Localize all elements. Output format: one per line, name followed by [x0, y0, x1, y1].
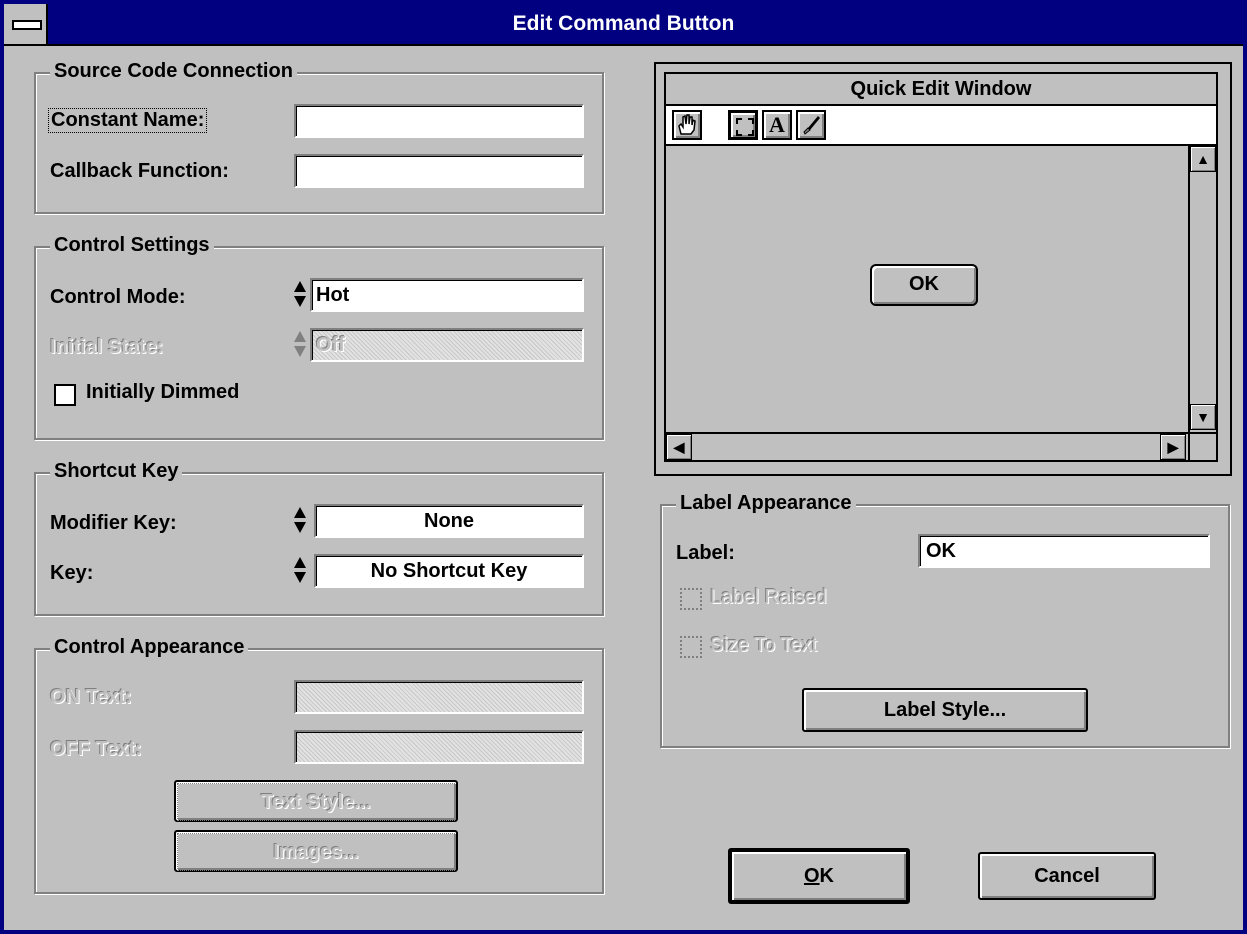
- scroll-left-icon[interactable]: ◀: [666, 434, 692, 460]
- spin-down-icon[interactable]: [294, 296, 306, 307]
- on-text-label: ON Text:: [50, 686, 132, 708]
- text-tool-glyph: A: [769, 112, 785, 137]
- cancel-button[interactable]: Cancel: [978, 852, 1156, 900]
- key-label: Key:: [50, 562, 94, 584]
- initial-state-spinner: [292, 330, 308, 360]
- key-field[interactable]: No Shortcut Key: [314, 554, 584, 588]
- callback-function-field[interactable]: [294, 154, 584, 188]
- size-to-text-checkbox: [680, 636, 702, 658]
- quick-edit-toolbar: A: [666, 106, 1216, 146]
- spin-up-icon: [294, 331, 306, 342]
- constant-name-field[interactable]: [294, 104, 584, 138]
- scroll-right-icon[interactable]: ▶: [1160, 434, 1186, 460]
- initial-state-value: Off: [316, 334, 345, 356]
- control-mode-field[interactable]: Hot: [310, 278, 584, 312]
- size-to-text-label: Size To Text: [710, 634, 818, 656]
- spin-down-icon[interactable]: [294, 572, 306, 583]
- shortcut-key-group: Shortcut Key Modifier Key: None Key: No …: [34, 460, 604, 616]
- initially-dimmed-checkbox[interactable]: [54, 384, 76, 406]
- hand-tool-icon[interactable]: [672, 110, 702, 140]
- control-mode-spinner[interactable]: [292, 280, 308, 310]
- shortcut-key-legend: Shortcut Key: [50, 460, 183, 483]
- label-appearance-legend: Label Appearance: [676, 492, 856, 515]
- title-bar[interactable]: Edit Command Button: [4, 4, 1243, 46]
- label-raised-label: Label Raised: [710, 586, 827, 608]
- label-appearance-group: Label Appearance Label: OK Label Raised …: [660, 492, 1230, 748]
- preview-ok-button[interactable]: OK: [870, 264, 978, 306]
- off-text-label: OFF Text:: [50, 738, 142, 760]
- quick-edit-frame: Quick Edit Window A OK ▲ ▼ ◀ ▶: [664, 72, 1218, 462]
- system-menu-icon[interactable]: [4, 4, 48, 44]
- quick-edit-title: Quick Edit Window: [666, 74, 1216, 106]
- label-label: Label:: [676, 542, 735, 564]
- quick-edit-canvas[interactable]: OK: [666, 146, 1188, 432]
- label-field[interactable]: OK: [918, 534, 1210, 568]
- initially-dimmed-label[interactable]: Initially Dimmed: [86, 381, 239, 404]
- edit-command-button-dialog: Edit Command Button Source Code Connecti…: [0, 0, 1247, 934]
- ok-mnemonic: O: [803, 865, 820, 887]
- images-button: Images...: [174, 830, 458, 872]
- scroll-down-icon[interactable]: ▼: [1190, 404, 1216, 430]
- spin-up-icon[interactable]: [294, 281, 306, 292]
- control-settings-legend: Control Settings: [50, 234, 214, 257]
- control-mode-label: Control Mode:: [50, 286, 186, 308]
- quick-edit-window: Quick Edit Window A OK ▲ ▼ ◀ ▶: [654, 62, 1232, 476]
- initial-state-field: Off: [310, 328, 584, 362]
- off-text-field: [294, 730, 584, 764]
- horizontal-scrollbar[interactable]: ◀ ▶: [666, 432, 1188, 460]
- brush-tool-icon[interactable]: [796, 110, 826, 140]
- ok-label-rest: K: [819, 865, 834, 887]
- label-raised-checkbox: [680, 588, 702, 610]
- control-appearance-legend: Control Appearance: [50, 636, 249, 659]
- scroll-up-icon[interactable]: ▲: [1190, 146, 1216, 172]
- control-settings-group: Control Settings Control Mode: Hot Initi…: [34, 234, 604, 440]
- key-spinner[interactable]: [292, 556, 308, 586]
- window-title: Edit Command Button: [512, 12, 735, 35]
- select-tool-icon[interactable]: [728, 110, 758, 140]
- spin-up-icon[interactable]: [294, 507, 306, 518]
- spin-down-icon: [294, 346, 306, 357]
- modifier-key-field[interactable]: None: [314, 504, 584, 538]
- modifier-key-label: Modifier Key:: [50, 512, 177, 534]
- source-code-legend: Source Code Connection: [50, 60, 297, 83]
- source-code-connection-group: Source Code Connection Constant Name: Ca…: [34, 60, 604, 214]
- spin-up-icon[interactable]: [294, 557, 306, 568]
- label-style-button[interactable]: Label Style...: [802, 688, 1088, 732]
- modifier-key-spinner[interactable]: [292, 506, 308, 536]
- ok-button[interactable]: OK: [728, 848, 910, 904]
- callback-function-label: Callback Function:: [50, 160, 229, 182]
- scrollbar-corner: [1188, 432, 1216, 460]
- text-tool-icon[interactable]: A: [762, 110, 792, 140]
- vertical-scrollbar[interactable]: ▲ ▼: [1188, 146, 1216, 432]
- initial-state-label: Initial State:: [50, 336, 164, 358]
- control-appearance-group: Control Appearance ON Text: OFF Text: Te…: [34, 636, 604, 894]
- text-style-button: Text Style...: [174, 780, 458, 822]
- constant-name-label: Constant Name:: [48, 108, 208, 133]
- spin-down-icon[interactable]: [294, 522, 306, 533]
- on-text-field: [294, 680, 584, 714]
